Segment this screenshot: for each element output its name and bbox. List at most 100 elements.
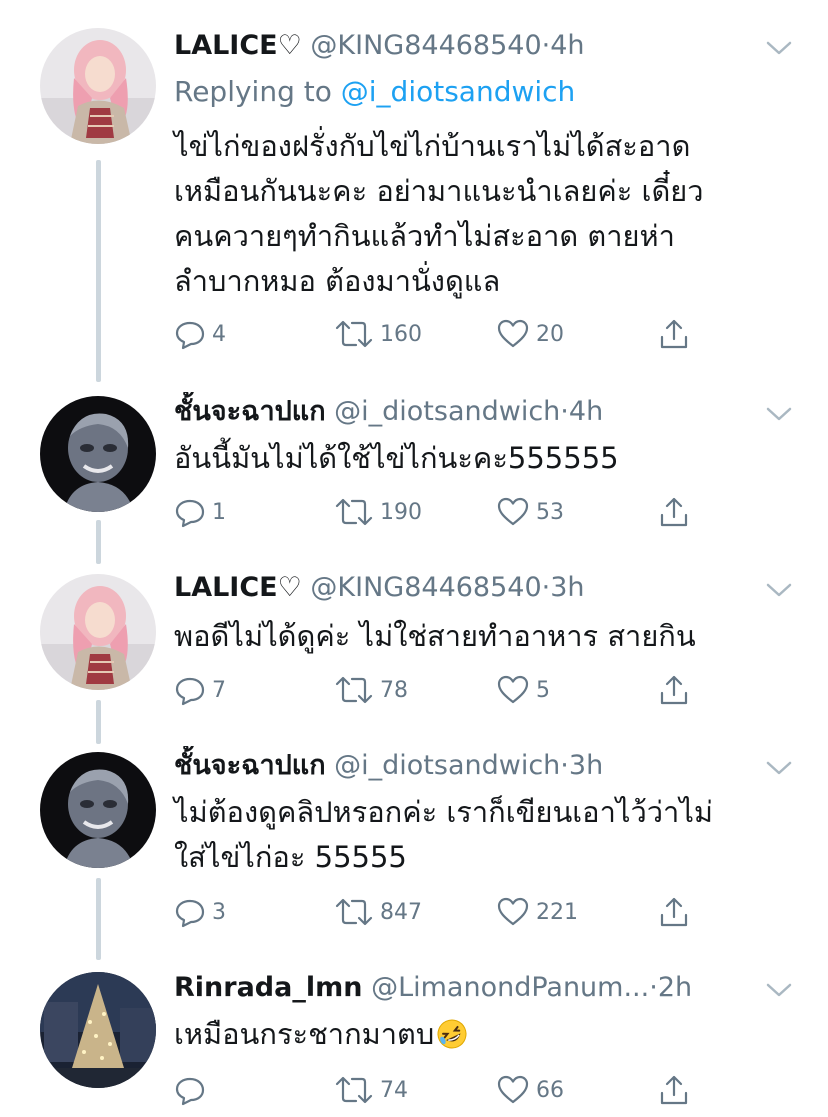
reply-icon [175, 499, 205, 528]
share-icon [660, 1075, 688, 1105]
tweet-actions: 1 190 53 [174, 492, 714, 532]
username[interactable]: @KING84468540 [310, 572, 541, 603]
retweet-count: 190 [380, 499, 422, 525]
like-count: 66 [536, 1077, 564, 1103]
avatar[interactable] [40, 574, 156, 690]
display-name[interactable]: ชั้นจะฉาปแก [174, 750, 326, 781]
share-button[interactable] [658, 492, 696, 532]
timestamp[interactable]: 3h [550, 572, 584, 603]
like-button[interactable]: 5 [496, 670, 550, 710]
username[interactable]: @KING84468540 [310, 30, 541, 61]
separator: · [541, 572, 551, 603]
share-button[interactable] [658, 314, 696, 354]
chevron-down-icon[interactable] [764, 402, 794, 426]
chevron-down-icon[interactable] [764, 756, 794, 780]
tweet[interactable]: Rinrada_lmn @LimanondPanum...·2h เหมือนก… [0, 956, 828, 1117]
tweet[interactable]: ชั้นจะฉาปแก @i_diotsandwich·3h ไม่ต้องดู… [0, 736, 828, 956]
heart-icon [497, 319, 529, 348]
share-button[interactable] [658, 892, 696, 932]
separator: · [649, 972, 658, 1003]
reply-count: 3 [212, 899, 226, 925]
share-button[interactable] [658, 1070, 696, 1110]
tweet-header: LALICE♡ @KING84468540·3h [174, 568, 758, 608]
tweet[interactable]: ชั้นจะฉาปแก @i_diotsandwich·4h อันนี้มัน… [0, 380, 828, 556]
tweet-header: ชั้นจะฉาปแก @i_diotsandwich·4h [174, 392, 758, 432]
reply-button[interactable]: 7 [174, 670, 226, 710]
retweet-count: 74 [380, 1077, 408, 1103]
reply-button[interactable]: 3 [174, 892, 226, 932]
tweet-actions: 4 160 20 [174, 314, 714, 354]
heart-icon [497, 1075, 529, 1104]
share-icon [660, 497, 688, 527]
reply-count: 4 [212, 321, 226, 347]
like-button[interactable]: 53 [496, 492, 564, 532]
tweet-header: LALICE♡ @KING84468540·4h [174, 26, 758, 66]
tweet-header: ชั้นจะฉาปแก @i_diotsandwich·3h [174, 746, 758, 786]
replying-to-mention[interactable]: @i_diotsandwich [341, 75, 576, 108]
avatar[interactable] [40, 752, 156, 868]
display-name[interactable]: ชั้นจะฉาปแก [174, 396, 326, 427]
chevron-down-icon[interactable] [764, 36, 794, 60]
avatar[interactable] [40, 972, 156, 1088]
avatar[interactable] [40, 396, 156, 512]
retweet-icon [335, 898, 373, 926]
tweet-actions: 7 78 5 [174, 670, 714, 710]
tweet-header: Rinrada_lmn @LimanondPanum...·2h [174, 968, 758, 1008]
username[interactable]: @i_diotsandwich [334, 750, 560, 781]
like-button[interactable]: 20 [496, 314, 564, 354]
retweet-button[interactable]: 160 [334, 314, 422, 354]
reply-icon [175, 677, 205, 706]
timestamp[interactable]: 3h [569, 750, 603, 781]
retweet-count: 78 [380, 677, 408, 703]
timestamp[interactable]: 4h [569, 396, 603, 427]
like-count: 20 [536, 321, 564, 347]
retweet-icon [335, 1076, 373, 1104]
tweet[interactable]: LALICE♡ @KING84468540·3h พอดีไม่ได้ดูค่ะ… [0, 558, 828, 736]
rolling-on-floor-laughing-emoji [436, 1018, 468, 1050]
like-count: 221 [536, 899, 578, 925]
reply-count: 1 [212, 499, 226, 525]
like-button[interactable]: 221 [496, 892, 578, 932]
reply-icon [175, 1077, 205, 1106]
tweet-text: อันนี้มันไม่ได้ใช้ไข่ไก่นะคะ555555 [174, 441, 619, 475]
display-name[interactable]: Rinrada_lmn [174, 972, 362, 1003]
reply-button[interactable]: 1 [174, 492, 226, 532]
reply-button[interactable]: 4 [174, 314, 226, 354]
tweet[interactable]: LALICE♡ @KING84468540·4h Replying to @i_… [0, 0, 828, 380]
retweet-count: 160 [380, 321, 422, 347]
avatar[interactable] [40, 28, 156, 144]
separator: · [560, 396, 569, 427]
username[interactable]: @LimanondPanum... [371, 972, 649, 1003]
separator: · [560, 750, 569, 781]
retweet-button[interactable]: 74 [334, 1070, 408, 1110]
tweet-text: ไม่ต้องดูคลิปหรอกค่ะ เราก็เขียนเอาไว้ว่า… [174, 795, 714, 874]
share-button[interactable] [658, 670, 696, 710]
display-name[interactable]: LALICE♡ [174, 572, 302, 603]
retweet-icon [335, 498, 373, 526]
share-icon [660, 897, 688, 927]
retweet-button[interactable]: 847 [334, 892, 422, 932]
share-icon [660, 675, 688, 705]
tweet-actions: 74 66 [174, 1070, 714, 1110]
heart-icon [497, 897, 529, 926]
timestamp[interactable]: 4h [550, 30, 584, 61]
display-name[interactable]: LALICE♡ [174, 30, 302, 61]
tweet-text: พอดีไม่ได้ดูค่ะ ไม่ใช่สายทำอาหาร สายกิน [174, 619, 696, 653]
heart-icon [497, 675, 529, 704]
retweet-count: 847 [380, 899, 422, 925]
reply-icon [175, 899, 205, 928]
retweet-icon [335, 676, 373, 704]
tweet-text: ไข่ไก่ของฝรั่งกับไข่ไก่บ้านเราไม่ได้สะอา… [174, 129, 704, 298]
reply-button[interactable] [174, 1070, 212, 1110]
tweet-text-content: เหมือนกระชากมาตบ [174, 1017, 435, 1051]
timestamp[interactable]: 2h [658, 972, 692, 1003]
retweet-button[interactable]: 190 [334, 492, 422, 532]
retweet-icon [335, 320, 373, 348]
like-count: 53 [536, 499, 564, 525]
retweet-button[interactable]: 78 [334, 670, 408, 710]
chevron-down-icon[interactable] [764, 578, 794, 602]
replying-to: Replying to @i_diotsandwich [174, 72, 575, 112]
like-button[interactable]: 66 [496, 1070, 564, 1110]
username[interactable]: @i_diotsandwich [334, 396, 560, 427]
chevron-down-icon[interactable] [764, 978, 794, 1002]
